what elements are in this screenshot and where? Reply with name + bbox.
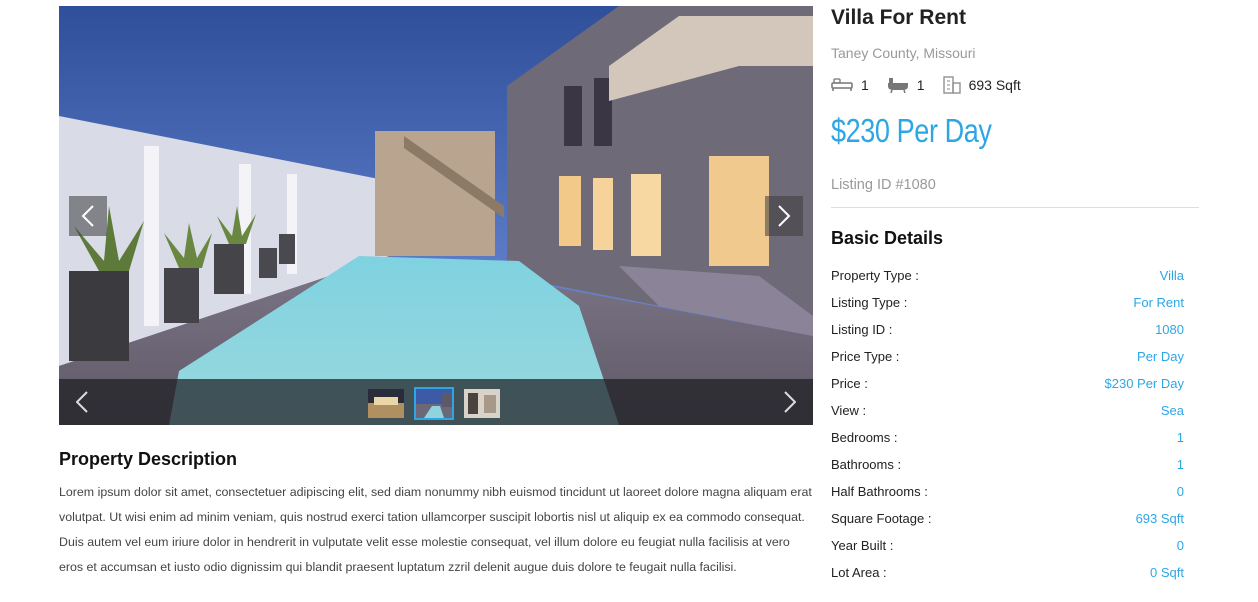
bed-icon: [831, 78, 853, 91]
basic-details-list: Property Type : Villa Listing Type : For R…: [831, 262, 1184, 586]
thumbnail-strip: [59, 379, 813, 425]
main-property-photo: [59, 6, 813, 425]
detail-value[interactable]: Villa: [1160, 268, 1184, 283]
chevron-right-icon: [784, 391, 796, 413]
thumbnail-2[interactable]: [414, 387, 454, 420]
detail-label: Half Bathrooms :: [831, 484, 928, 499]
thumbnail-next-button[interactable]: [775, 387, 805, 417]
detail-label: Listing ID :: [831, 322, 893, 337]
detail-row-view: View : Sea: [831, 397, 1184, 424]
detail-row-listing-type: Listing Type : For Rent: [831, 289, 1184, 316]
bedrooms-count: 1: [861, 77, 869, 93]
detail-value: 1: [1176, 430, 1184, 445]
property-description-text: Lorem ipsum dolor sit amet, consectetuer…: [59, 485, 812, 574]
chevron-left-icon: [76, 391, 88, 413]
thumbnail-prev-button[interactable]: [67, 387, 97, 417]
listing-id: Listing ID #1080: [831, 177, 936, 193]
detail-label: View :: [831, 403, 867, 418]
detail-row-half-bathrooms: Half Bathrooms : 0: [831, 478, 1184, 505]
detail-value: 0: [1176, 484, 1184, 499]
detail-label: Bedrooms :: [831, 430, 898, 445]
detail-row-lot-area: Lot Area : 0 Sqft: [831, 559, 1184, 586]
detail-label: Year Built :: [831, 538, 894, 553]
detail-value: 1: [1176, 457, 1184, 472]
gallery-prev-button[interactable]: [69, 196, 107, 236]
area-value: 693 Sqft: [968, 77, 1021, 93]
detail-value: 1080: [1155, 322, 1184, 337]
property-image-gallery[interactable]: [59, 6, 813, 425]
detail-row-price-type: Price Type : Per Day: [831, 343, 1184, 370]
detail-label: Listing Type :: [831, 295, 908, 310]
detail-value: 0: [1176, 538, 1184, 553]
detail-value: 693 Sqft: [1135, 511, 1184, 526]
detail-label: Price Type :: [831, 349, 900, 364]
detail-value: Per Day: [1137, 349, 1184, 364]
listing-price: $230 Per Day: [831, 112, 992, 149]
thumbnail-3[interactable]: [462, 387, 502, 420]
detail-value: Sea: [1160, 403, 1184, 418]
bathrooms-count: 1: [916, 77, 925, 93]
basic-details-title: Basic Details: [831, 228, 944, 248]
detail-label: Price :: [831, 376, 868, 391]
detail-row-property-type: Property Type : Villa: [831, 262, 1184, 289]
divider: [831, 207, 1199, 208]
bedrooms-feature: 1: [831, 77, 869, 93]
detail-label: Lot Area :: [831, 565, 887, 580]
detail-row-price: Price : $230 Per Day: [831, 370, 1184, 397]
detail-value: $230 Per Day: [1104, 376, 1185, 391]
detail-row-bathrooms: Bathrooms : 1: [831, 451, 1184, 478]
chevron-left-icon: [81, 205, 94, 227]
detail-value[interactable]: For Rent: [1133, 295, 1184, 310]
listing-location: Taney County, Missouri: [831, 45, 976, 61]
area-feature: 693 Sqft: [942, 76, 1021, 94]
gallery-next-button[interactable]: [765, 196, 803, 236]
chevron-right-icon: [778, 205, 791, 227]
listing-title: Villa For Rent: [831, 6, 966, 29]
detail-row-listing-id: Listing ID : 1080: [831, 316, 1184, 343]
detail-label: Bathrooms :: [831, 457, 902, 472]
bathrooms-feature: 1: [887, 77, 925, 93]
detail-label: Property Type :: [831, 268, 919, 283]
listing-features: 1 1 693 Sqft: [831, 76, 1039, 94]
detail-value: 0 Sqft: [1150, 565, 1184, 580]
building-area-icon: [942, 76, 961, 94]
detail-row-bedrooms: Bedrooms : 1: [831, 424, 1184, 451]
detail-label: Square Footage :: [831, 511, 932, 526]
detail-row-year-built: Year Built : 0: [831, 532, 1184, 559]
detail-row-square-footage: Square Footage : 693 Sqft: [831, 505, 1184, 532]
property-description-title: Property Description: [59, 449, 238, 469]
bathtub-icon: [887, 78, 908, 93]
thumbnail-1[interactable]: [366, 387, 406, 420]
